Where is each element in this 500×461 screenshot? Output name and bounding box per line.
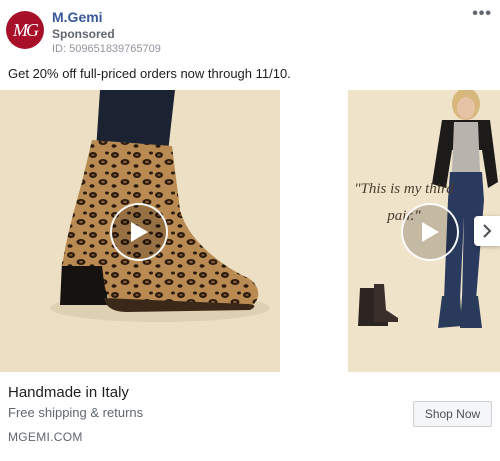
chevron-right-icon	[483, 224, 492, 238]
ad-caption: Get 20% off full-priced orders now throu…	[8, 66, 291, 81]
carousel-card-1[interactable]	[0, 90, 280, 372]
sponsored-label: Sponsored	[52, 27, 115, 41]
play-button[interactable]	[401, 203, 459, 261]
shop-now-button[interactable]: Shop Now	[413, 401, 492, 427]
avatar-logo: MG	[13, 19, 39, 40]
play-button[interactable]	[110, 203, 168, 261]
play-icon	[422, 222, 439, 242]
avatar[interactable]: MG	[6, 11, 44, 49]
ad-domain[interactable]: MGEMI.COM	[8, 430, 83, 444]
play-icon	[131, 222, 148, 242]
more-dots-icon[interactable]: •••	[472, 5, 492, 23]
carousel-next-button[interactable]	[474, 216, 500, 246]
ad-headline[interactable]: Handmade in Italy	[8, 384, 129, 401]
carousel: "This is my third pair."	[0, 90, 500, 372]
ad-id: ID: 509651839765709	[52, 43, 161, 55]
advertiser-name[interactable]: M.Gemi	[52, 9, 103, 25]
ad-description: Free shipping & returns	[8, 405, 144, 420]
ad-header: MG M.Gemi Sponsored ID: 509651839765709 …	[6, 5, 494, 57]
